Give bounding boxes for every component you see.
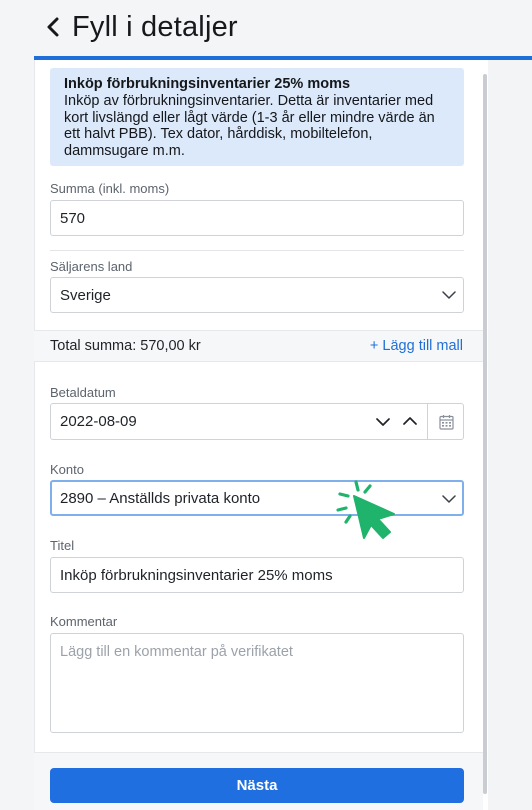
betaldatum-value: 2022-08-09 — [60, 413, 137, 430]
chevron-down-icon[interactable] — [376, 415, 390, 429]
summa-value: 570 — [60, 209, 86, 227]
betaldatum-input[interactable]: 2022-08-09 — [50, 403, 464, 440]
kommentar-label: Kommentar — [50, 614, 118, 629]
land-label: Säljarens land — [50, 259, 133, 274]
info-line: ett halvt PBB). Tex dator, hårddisk, mob… — [64, 126, 373, 142]
total-row: Total summa: 570,00 kr + Lägg till mall — [34, 330, 483, 362]
date-separator — [427, 404, 428, 439]
titel-value: Inköp förbrukningsinventarier 25% moms — [60, 566, 333, 584]
calendar-icon[interactable] — [439, 414, 454, 430]
add-template-link[interactable]: + Lägg till mall — [370, 338, 463, 354]
info-title: Inköp förbrukningsinventarier 25% moms — [64, 76, 351, 92]
side-background — [488, 60, 532, 810]
info-line: kort livslängd eller lågt värde (1-3 år … — [64, 109, 435, 126]
chevron-left-icon — [47, 17, 59, 37]
konto-label: Konto — [50, 462, 84, 477]
account-info-box: Inköp förbrukningsinventarier 25% moms I… — [50, 68, 464, 166]
total-sum: Total summa: 570,00 kr — [50, 338, 201, 354]
summa-input[interactable]: 570 — [50, 200, 464, 236]
back-button[interactable] — [40, 10, 66, 44]
chevron-up-icon[interactable] — [403, 414, 417, 428]
titel-input[interactable]: Inköp förbrukningsinventarier 25% moms — [50, 557, 464, 593]
divider — [50, 250, 464, 251]
next-button[interactable]: Nästa — [50, 768, 464, 803]
page-title: Fyll i detaljer — [72, 11, 238, 43]
chevron-down-icon — [442, 495, 456, 503]
titel-label: Titel — [50, 538, 75, 553]
chevron-down-icon — [442, 291, 456, 299]
konto-select[interactable]: 2890 – Anställds privata konto — [50, 480, 464, 516]
header: Fyll i detaljer — [0, 0, 532, 58]
kommentar-placeholder: Lägg till en kommentar på verifikatet — [60, 644, 293, 660]
konto-value: 2890 – Anställds privata konto — [60, 489, 261, 507]
land-value: Sverige — [60, 286, 111, 304]
info-line: Inköp av förbrukningsinventarier. Detta … — [64, 93, 434, 109]
land-select[interactable]: Sverige — [50, 277, 464, 313]
kommentar-textarea[interactable]: Lägg till en kommentar på verifikatet — [50, 633, 464, 733]
info-line: dammsugare m.m. — [64, 142, 185, 159]
summa-label: Summa (inkl. moms) — [50, 181, 170, 196]
betaldatum-label: Betaldatum — [50, 385, 116, 400]
scrollbar[interactable] — [483, 74, 487, 794]
